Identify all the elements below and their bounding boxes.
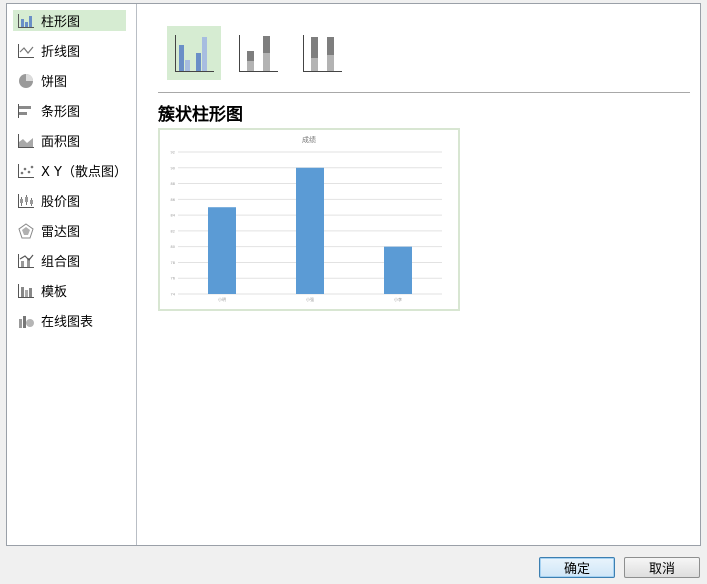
online-chart-icon: [19, 315, 34, 328]
chart-preview-svg: 成绩 74 76 78 80 82 84 86 88 90 92 小明 小强 小李: [171, 135, 442, 302]
y-tick-label: 78: [171, 261, 175, 265]
cancel-button[interactable]: 取消: [624, 557, 700, 578]
chart-type-sidebar: 柱形图 折线图 饼图 条形图 面积图 X Y（散点图） 股价图 雷达图 组合图 …: [7, 4, 137, 545]
stock-chart-icon: [18, 193, 34, 208]
sidebar-item-label: 饼图: [41, 75, 68, 90]
sidebar-item-label: 雷达图: [41, 225, 81, 240]
subtype-percent-stacked-column[interactable]: [295, 26, 349, 80]
sidebar-item-area[interactable]: 面积图: [13, 130, 126, 151]
chart-type-panel: 簇状柱形图 成绩 74 76 78 80 82 84 86 88 90 92 小明 小强 小李: [138, 4, 700, 545]
bar: [208, 207, 236, 294]
chart-title: 成绩: [302, 135, 316, 144]
sidebar-item-label: 柱形图: [41, 15, 81, 30]
y-tick-label: 74: [171, 293, 176, 297]
line-chart-icon: [18, 43, 34, 58]
sidebar-item-label: 折线图: [41, 45, 81, 60]
subtype-clustered-column[interactable]: [167, 26, 221, 80]
subtype-stacked-column[interactable]: [231, 26, 285, 80]
scatter-chart-icon: [18, 163, 34, 178]
x-tick-label: 小李: [394, 296, 402, 302]
subtype-title: 簇状柱形图: [158, 105, 243, 125]
bar: [296, 167, 324, 294]
sidebar-item-label: 股价图: [41, 195, 81, 210]
sidebar-item-online[interactable]: 在线图表: [13, 310, 126, 331]
sidebar-item-label: 在线图表: [41, 315, 94, 330]
percent-stacked-column-icon: [303, 35, 342, 72]
stacked-column-icon: [239, 35, 278, 72]
chart-preview[interactable]: 成绩 74 76 78 80 82 84 86 88 90 92 小明 小强 小李: [158, 128, 460, 311]
horizontal-bar-icon: [18, 103, 31, 118]
chart-dialog: 柱形图 折线图 饼图 条形图 面积图 X Y（散点图） 股价图 雷达图 组合图 …: [6, 3, 701, 546]
radar-chart-icon: [18, 222, 34, 238]
sidebar-item-label: 组合图: [41, 255, 81, 270]
y-tick-label: 76: [171, 277, 175, 281]
sidebar-item-combo[interactable]: 组合图: [13, 250, 126, 271]
sidebar-item-line[interactable]: 折线图: [13, 40, 126, 61]
y-tick-label: 90: [171, 166, 175, 170]
y-tick-label: 86: [171, 198, 175, 202]
sidebar-item-column[interactable]: 柱形图: [13, 10, 126, 31]
sidebar-item-scatter[interactable]: X Y（散点图）: [13, 160, 127, 181]
sidebar-item-label: 面积图: [41, 135, 81, 150]
sidebar-item-pie[interactable]: 饼图: [13, 70, 126, 91]
y-tick-label: 84: [171, 214, 176, 218]
sidebar-item-label: X Y（散点图）: [41, 165, 127, 180]
y-tick-label: 88: [171, 182, 175, 186]
sidebar-item-stock[interactable]: 股价图: [13, 190, 126, 211]
combo-chart-icon: [18, 253, 34, 268]
y-tick-label: 80: [171, 245, 175, 249]
template-icon: [18, 283, 34, 298]
sidebar-item-bar[interactable]: 条形图: [13, 100, 126, 121]
x-tick-label: 小明: [218, 296, 226, 302]
y-tick-label: 82: [171, 229, 175, 233]
x-tick-label: 小强: [306, 296, 314, 302]
sidebar-item-template[interactable]: 模板: [13, 280, 126, 301]
ok-button[interactable]: 确定: [539, 557, 615, 578]
bar-chart-icon: [18, 13, 34, 28]
area-chart-icon: [18, 133, 34, 148]
pie-chart-icon: [19, 73, 33, 88]
y-tick-label: 92: [171, 151, 175, 155]
section-divider: [158, 92, 690, 93]
sidebar-item-label: 模板: [41, 285, 68, 300]
sidebar-item-label: 条形图: [41, 105, 81, 120]
sidebar-item-radar[interactable]: 雷达图: [13, 220, 126, 241]
bar: [384, 246, 412, 294]
clustered-column-icon: [175, 35, 214, 72]
